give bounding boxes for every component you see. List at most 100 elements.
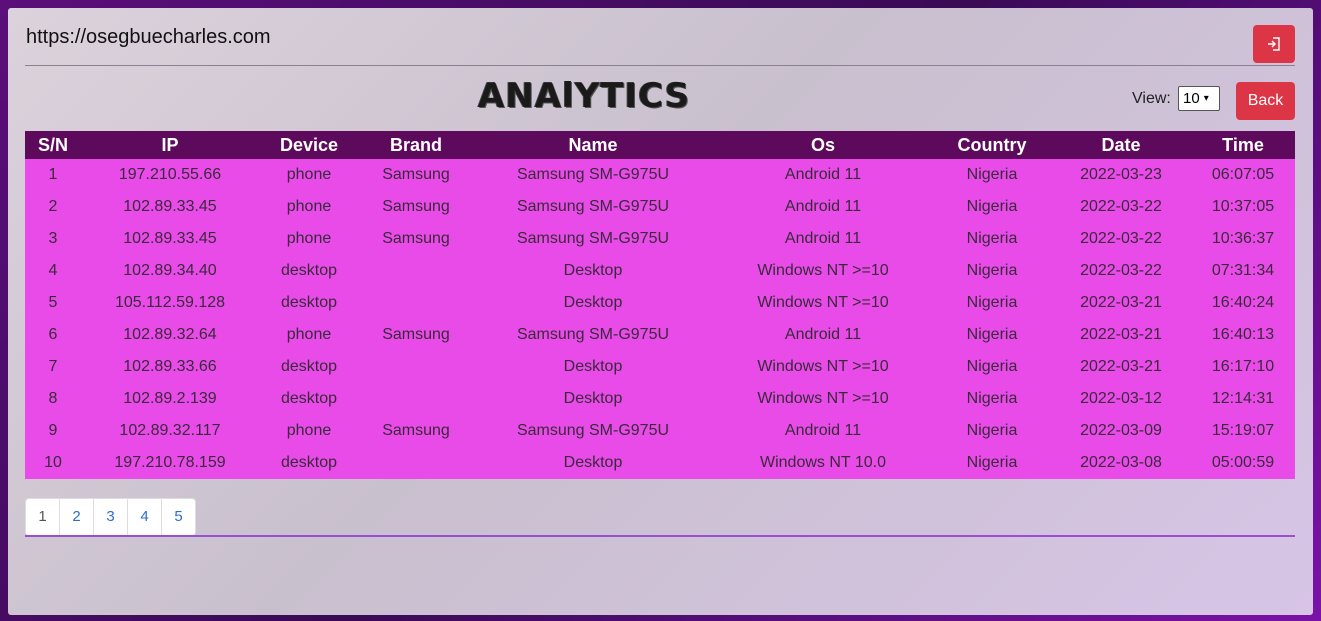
table-cell: Desktop [563, 454, 623, 471]
table-cell: 102.89.32.117 [119, 422, 221, 439]
table-cell: Nigeria [966, 198, 1018, 215]
table-cell: Samsung [382, 198, 450, 215]
table-cell: 16:40:24 [1211, 294, 1275, 311]
table-cell: 12:14:31 [1211, 390, 1275, 407]
view-label: View: [1132, 90, 1171, 107]
table-cell: 102.89.33.45 [123, 230, 217, 247]
table-cell: desktop [280, 358, 338, 375]
back-button[interactable]: Back [1236, 82, 1295, 120]
table-cell: phone [286, 198, 332, 215]
table-cell [359, 351, 473, 383]
column-header: Date [1101, 134, 1141, 155]
table-cell: Nigeria [966, 262, 1018, 279]
table-cell: desktop [280, 454, 338, 471]
table-cell: Samsung [382, 326, 450, 343]
footer-divider [25, 535, 1295, 537]
table-cell: Nigeria [966, 390, 1018, 407]
table-cell: 05:00:59 [1211, 454, 1275, 471]
table-cell: 6 [48, 326, 58, 343]
column-header: IP [161, 134, 179, 155]
table-cell: 9 [48, 422, 58, 439]
table-cell: 10 [44, 454, 62, 471]
table-cell: Windows NT >=10 [757, 390, 889, 407]
column-header: S/N [37, 134, 68, 155]
table-cell: 2022-03-22 [1080, 262, 1162, 279]
view-select[interactable]: 10 ▾ [1178, 86, 1220, 111]
table-cell: Samsung SM-G975U [516, 166, 670, 183]
page-link-1[interactable]: 1 [26, 499, 60, 535]
table-cell: Windows NT >=10 [757, 294, 889, 311]
table-cell [359, 447, 473, 479]
site-url: https://osegbuecharles.com [26, 26, 271, 48]
table-cell: 3 [48, 230, 58, 247]
table-cell: Desktop [563, 358, 623, 375]
table-cell: Samsung SM-G975U [516, 326, 670, 343]
table-row: 5 105.112.59.128 desktop Desktop Windows NT … [25, 287, 1295, 319]
table-cell: 8 [48, 390, 58, 407]
column-header: Device [279, 134, 339, 155]
table-cell: desktop [280, 390, 338, 407]
table-row: 6 102.89.32.64 phone Samsung Samsung SM-G975… [25, 319, 1295, 351]
table-cell: phone [286, 326, 332, 343]
table-cell: phone [286, 230, 332, 247]
table-cell: 06:07:05 [1211, 166, 1275, 183]
table-cell: Android 11 [784, 422, 862, 439]
table-cell [359, 287, 473, 319]
table-row: 9 102.89.32.117 phone Samsung Samsung SM-G97… [25, 415, 1295, 447]
table-cell: Windows NT >=10 [757, 358, 889, 375]
table-cell: Nigeria [966, 326, 1018, 343]
table-cell: 105.112.59.128 [114, 294, 226, 311]
table-cell: Nigeria [966, 454, 1018, 471]
table-cell: Desktop [563, 262, 623, 279]
table-cell: Samsung [382, 422, 450, 439]
page-link-3[interactable]: 3 [94, 499, 128, 535]
page-link-4[interactable]: 4 [128, 499, 162, 535]
table-cell: 15:19:07 [1211, 422, 1275, 439]
table-cell: Samsung [382, 230, 450, 247]
table-cell: desktop [280, 262, 338, 279]
table-row: 8 102.89.2.139 desktop Desktop Windows NT >=… [25, 383, 1295, 415]
table-cell: Android 11 [784, 198, 862, 215]
main-card: https://osegbuecharles.com ANAlYTICS Vie… [8, 8, 1313, 615]
table-cell: 2022-03-08 [1080, 454, 1162, 471]
table-row: 1 197.210.55.66 phone Samsung Samsung SM-G97… [25, 159, 1295, 191]
column-header: Os [810, 134, 835, 155]
table-cell [359, 255, 473, 287]
table-cell: Nigeria [966, 230, 1018, 247]
column-header: Name [568, 134, 618, 155]
table-cell: phone [286, 166, 332, 183]
table-row: 2 102.89.33.45 phone Samsung Samsung SM-G975… [25, 191, 1295, 223]
chevron-down-icon: ▾ [1203, 93, 1209, 104]
column-header: Brand [389, 134, 442, 155]
table-cell: 102.89.34.40 [123, 262, 217, 279]
table-cell: 102.89.33.66 [123, 358, 217, 375]
table-cell [359, 383, 473, 415]
page-link-2[interactable]: 2 [60, 499, 94, 535]
table-row: 7 102.89.33.66 desktop Desktop Windows NT >=… [25, 351, 1295, 383]
table-row: 10 197.210.78.159 desktop Desktop Windows NT… [25, 447, 1295, 479]
table-cell: 1 [48, 166, 58, 183]
table-cell: 10:36:37 [1211, 230, 1275, 247]
table-cell: 102.89.2.139 [123, 390, 217, 407]
column-header: Country [957, 134, 1027, 155]
table-cell: Nigeria [966, 358, 1018, 375]
table-cell: Android 11 [784, 230, 862, 247]
page-title: ANAlYTICS [478, 76, 691, 116]
table-cell: 07:31:34 [1211, 262, 1275, 279]
logout-button[interactable] [1253, 25, 1295, 63]
table-cell: Windows NT >=10 [757, 262, 889, 279]
view-select-value: 10 [1183, 90, 1200, 107]
table-cell: Android 11 [784, 326, 862, 343]
table-cell: phone [286, 422, 332, 439]
table-cell: Desktop [563, 294, 623, 311]
table-cell: 7 [48, 358, 58, 375]
table-cell: 197.210.55.66 [118, 166, 222, 183]
sign-out-icon [1268, 37, 1280, 51]
table-body: 1 197.210.55.66 phone Samsung Samsung SM-G97… [25, 159, 1295, 479]
table-cell: 2022-03-23 [1080, 166, 1162, 183]
table-cell: Samsung SM-G975U [516, 230, 670, 247]
table-cell: 197.210.78.159 [114, 454, 226, 471]
table-cell: 2 [48, 198, 58, 215]
page-link-5[interactable]: 5 [162, 499, 195, 535]
analytics-table: S/N IP Device Brand Name Os Country Date Time 11… [25, 131, 1295, 479]
